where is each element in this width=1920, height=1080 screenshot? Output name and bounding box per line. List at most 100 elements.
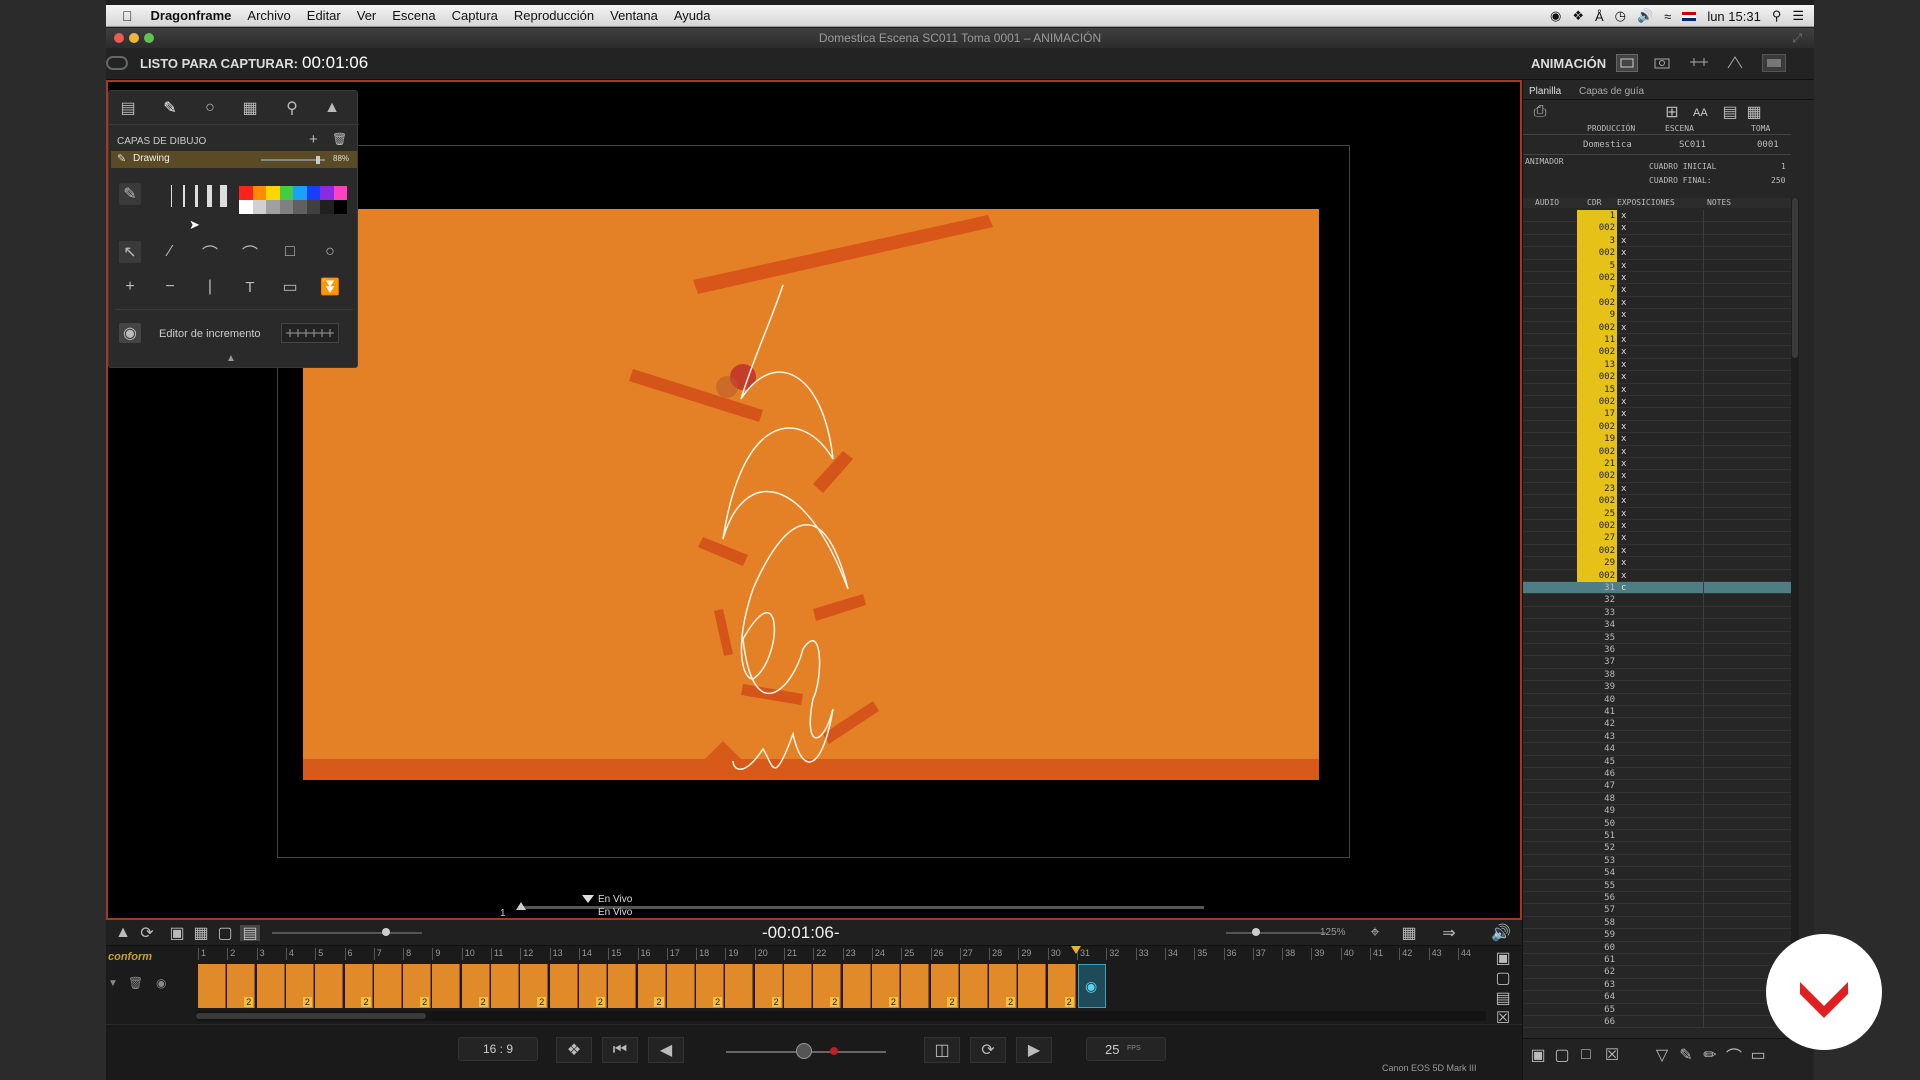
- frame-thumbnail[interactable]: [432, 964, 461, 1008]
- opacity-slider[interactable]: [272, 932, 422, 934]
- flag-icon[interactable]: [1682, 11, 1697, 21]
- text-size-button[interactable]: AA: [1693, 107, 1708, 119]
- frame-thumbnail[interactable]: 2: [813, 964, 842, 1008]
- record-icon[interactable]: ◉: [1550, 8, 1561, 24]
- xsheet-row[interactable]: 51: [1523, 830, 1791, 843]
- increment-editor-button[interactable]: [281, 323, 339, 343]
- xsheet-row[interactable]: 45: [1523, 755, 1791, 768]
- xsheet-scroll-thumb[interactable]: [1792, 198, 1798, 358]
- zoom-slider-handle[interactable]: [1252, 928, 1260, 936]
- frame-thumbnail[interactable]: [608, 964, 637, 1008]
- xsheet-row[interactable]: 31 c: [1523, 582, 1791, 595]
- xsheet-row[interactable]: 36: [1523, 644, 1791, 657]
- palette-swatch[interactable]: [320, 200, 334, 214]
- vertical-line-tool-icon[interactable]: |: [199, 276, 221, 298]
- dropbox-icon[interactable]: ❖: [1572, 8, 1584, 24]
- palette-swatch[interactable]: [306, 186, 320, 200]
- timeline-scroll-thumb[interactable]: [196, 1013, 426, 1019]
- xsheet-row[interactable]: 19 x: [1523, 433, 1791, 446]
- xsheet-row[interactable]: 61: [1523, 954, 1791, 967]
- print-icon[interactable]: ⎙: [1531, 103, 1549, 120]
- xsheet-row[interactable]: 66: [1523, 1016, 1791, 1029]
- notification-list-icon[interactable]: ☰: [1792, 8, 1804, 24]
- last-frame-value[interactable]: 250: [1771, 176, 1785, 185]
- timeline-scrollbar[interactable]: [196, 1011, 1486, 1021]
- xsheet-row[interactable]: 002 x: [1523, 321, 1791, 334]
- xsheet-row[interactable]: 60: [1523, 941, 1791, 954]
- xsheet-row[interactable]: 48: [1523, 792, 1791, 806]
- collapse-panel-icon[interactable]: ▲: [226, 353, 236, 364]
- frame-thumbnail[interactable]: [549, 964, 578, 1008]
- aspect-ratio-button[interactable]: 16 : 9: [458, 1037, 538, 1061]
- palette-swatch[interactable]: [252, 200, 266, 214]
- xsheet-row[interactable]: 37: [1523, 656, 1791, 669]
- xsheet-eraser-icon[interactable]: ▭: [1749, 1047, 1767, 1064]
- frame-thumbnail[interactable]: 2: [520, 964, 549, 1008]
- layers-tab-icon[interactable]: ▤: [117, 99, 139, 117]
- frame-thumbnail[interactable]: 2: [578, 964, 607, 1008]
- xsheet-row[interactable]: 002 x: [1523, 495, 1791, 508]
- frame-thumbnail[interactable]: [491, 964, 519, 1008]
- capture-icon[interactable]: ◉: [156, 976, 166, 990]
- frame-thumbnail[interactable]: 2: [285, 964, 314, 1008]
- export-icon[interactable]: ⇒: [1436, 925, 1462, 942]
- xsheet-row[interactable]: 38: [1523, 668, 1791, 682]
- text-tool-icon[interactable]: T: [239, 276, 261, 298]
- frame-thumbnail[interactable]: [256, 964, 285, 1008]
- add-layer-icon[interactable]: +: [309, 131, 318, 148]
- frame-thumbnails[interactable]: 2 2 2 2 2 2 2 2 2 2 2 2 2 2 2: [196, 964, 1136, 1008]
- palette-swatch[interactable]: [266, 186, 280, 200]
- horizontal-line-tool-icon[interactable]: −: [159, 276, 181, 298]
- xsheet-row[interactable]: 9x: [1523, 309, 1791, 322]
- palette-swatch[interactable]: [239, 200, 253, 214]
- loop-playback-button[interactable]: ⟳: [970, 1037, 1006, 1063]
- timeline-layout-icon[interactable]: ▤: [1492, 990, 1514, 1007]
- grid-tab-icon[interactable]: ▦: [239, 99, 261, 117]
- xsheet-row[interactable]: 7x: [1523, 284, 1791, 297]
- palette-swatch[interactable]: [293, 186, 307, 200]
- xsheet-row[interactable]: 54: [1523, 867, 1791, 880]
- xsheet-row[interactable]: 5x: [1523, 259, 1791, 272]
- motion-control-button[interactable]: [1688, 54, 1710, 72]
- palette-swatch[interactable]: [279, 186, 293, 200]
- frame-thumbnail[interactable]: [901, 964, 930, 1008]
- loop-icon[interactable]: [106, 56, 128, 70]
- delete-frame-icon[interactable]: 🗑: [128, 976, 143, 990]
- xsheet-row[interactable]: 53: [1523, 854, 1791, 868]
- palette-swatch[interactable]: [279, 200, 293, 214]
- xsheet-row[interactable]: 002 x: [1523, 222, 1791, 235]
- palette-swatch[interactable]: [266, 200, 280, 214]
- frame-overlay-icon[interactable]: ▢: [216, 925, 234, 942]
- frame-thumbnail[interactable]: 2: [989, 964, 1018, 1008]
- xsheet-row[interactable]: 46: [1523, 768, 1791, 781]
- frame-thumbnail[interactable]: [373, 964, 402, 1008]
- record-marker[interactable]: [830, 1047, 838, 1055]
- frame-thumbnail[interactable]: [315, 964, 344, 1008]
- grid-overlay-icon[interactable]: ▦: [192, 925, 210, 942]
- main-viewer[interactable]: 1 En Vivo En Vivo ▤ ✎ ○ ▦ ⚲ ▲ CAPAS DE D…: [106, 80, 1522, 920]
- rectangle-tool-icon[interactable]: □: [279, 241, 301, 263]
- xsheet-row[interactable]: 62: [1523, 966, 1791, 979]
- xsheet-row[interactable]: 59: [1523, 929, 1791, 942]
- curve-tool-icon[interactable]: ⌒: [199, 241, 221, 263]
- single-column-icon[interactable]: ▤: [1721, 104, 1739, 121]
- frame-thumbnail[interactable]: 2: [227, 964, 256, 1008]
- letterbox-icon[interactable]: ▤: [240, 925, 260, 942]
- keyframe-button[interactable]: ❖: [556, 1037, 592, 1063]
- palette-swatch[interactable]: [239, 186, 253, 200]
- line-tool-icon[interactable]: ∕: [159, 241, 181, 263]
- xsheet-row[interactable]: 49: [1523, 805, 1791, 818]
- xsheet-row[interactable]: 23 x: [1523, 482, 1791, 496]
- palette-swatch[interactable]: [333, 200, 347, 214]
- palette-swatch[interactable]: [293, 200, 307, 214]
- xsheet-row[interactable]: 27 x: [1523, 532, 1791, 545]
- xsheet-row[interactable]: 17 x: [1523, 408, 1791, 421]
- frame-thumbnail[interactable]: [666, 964, 695, 1008]
- camera-view-button[interactable]: [1652, 54, 1674, 72]
- xsheet-row[interactable]: 11 x: [1523, 334, 1791, 347]
- ellipse-tool-icon[interactable]: ○: [319, 241, 341, 263]
- frame-thumbnail[interactable]: 2: [637, 964, 666, 1008]
- target-icon[interactable]: ⌖: [1366, 924, 1384, 941]
- zoom-window-icon[interactable]: [144, 33, 154, 43]
- frame-thumbnail[interactable]: 2: [403, 964, 432, 1008]
